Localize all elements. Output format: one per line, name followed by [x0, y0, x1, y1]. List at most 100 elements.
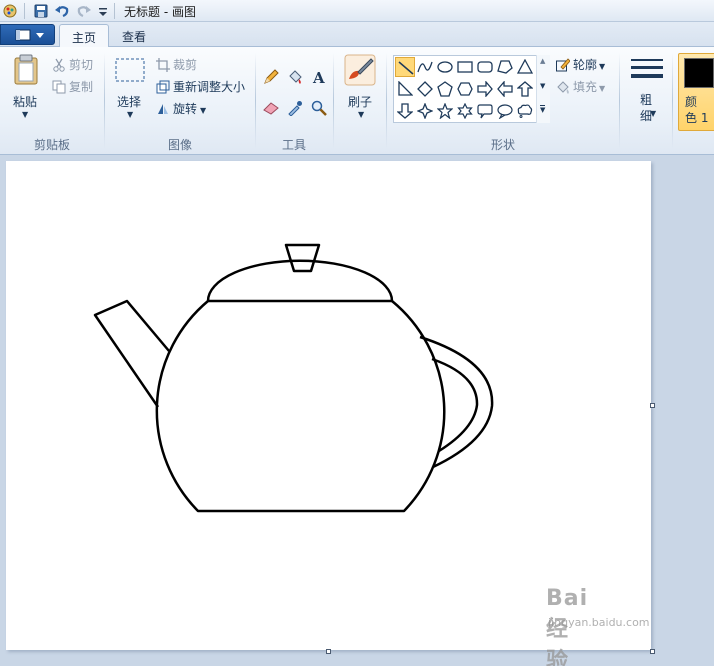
- shape-down-arrow[interactable]: [395, 101, 415, 121]
- save-icon[interactable]: [33, 3, 49, 19]
- oval-icon: [437, 61, 453, 73]
- shapes-group-label: 形状: [490, 138, 515, 152]
- magnifier-tool[interactable]: [308, 97, 328, 117]
- selection-rect-icon: [115, 58, 145, 82]
- color-picker-tool[interactable]: [284, 97, 304, 117]
- select-button[interactable]: 选择 ▼: [112, 53, 148, 127]
- canvas-workspace: [0, 156, 714, 666]
- shape-pentagon[interactable]: [435, 79, 455, 99]
- rotate-button[interactable]: 旋转 ▼: [156, 100, 206, 117]
- fill-dropdown-arrow-icon: ▼: [599, 84, 606, 93]
- rounded-callout-icon: [477, 104, 493, 119]
- group-divider: [104, 53, 105, 149]
- select-dropdown-arrow-icon: ▼: [127, 110, 134, 119]
- ribbon-tab-row: 主页 查看: [0, 22, 714, 48]
- right-triangle-icon: [398, 81, 413, 96]
- cut-label: 剪切: [69, 58, 94, 72]
- shape-rectangle[interactable]: [455, 57, 475, 77]
- cut-button[interactable]: 剪切: [52, 56, 93, 73]
- clipboard-group-label: 剪贴板: [33, 138, 70, 152]
- oval-callout-icon: [497, 104, 513, 119]
- paint-menu-button[interactable]: [0, 24, 55, 45]
- paste-label: 粘贴: [13, 95, 38, 109]
- shapes-scrollbar[interactable]: ▲ ▼ ▼: [536, 55, 550, 123]
- shape-up-arrow[interactable]: [515, 79, 535, 99]
- group-divider: [619, 53, 620, 149]
- group-divider: [255, 53, 256, 149]
- shape-four-point-star[interactable]: [415, 101, 435, 121]
- eraser-icon: [263, 102, 279, 115]
- canvas-resize-handle-bottom[interactable]: [326, 649, 331, 654]
- scroll-up-icon[interactable]: ▲: [540, 57, 545, 65]
- tab-view[interactable]: 查看: [110, 24, 158, 48]
- shape-oval-callout[interactable]: [495, 101, 515, 121]
- shape-right-arrow[interactable]: [475, 79, 495, 99]
- outline-button[interactable]: 轮廓 ▼: [556, 56, 605, 73]
- brush-icon: [344, 54, 376, 86]
- color1-button[interactable]: 颜 色 1: [678, 53, 714, 131]
- size-button[interactable]: 粗 细 ▼: [627, 53, 667, 129]
- size-label: 粗 细: [640, 93, 653, 123]
- rotate-dropdown-arrow-icon: ▼: [200, 106, 207, 115]
- crop-button[interactable]: 裁剪: [156, 56, 197, 73]
- left-arrow-icon: [497, 81, 513, 97]
- curve-icon: [417, 61, 433, 73]
- clipboard-icon: [14, 54, 38, 85]
- copy-button[interactable]: 复制: [52, 78, 93, 95]
- canvas-resize-handle-corner[interactable]: [650, 649, 655, 654]
- pentagon-icon: [437, 81, 453, 97]
- shape-cloud-callout[interactable]: [515, 101, 535, 121]
- group-divider: [672, 53, 673, 149]
- shape-diamond[interactable]: [415, 79, 435, 99]
- shape-rounded-rectangle[interactable]: [475, 57, 495, 77]
- paint-app-icon[interactable]: [2, 3, 18, 19]
- canvas-resize-handle-right[interactable]: [650, 403, 655, 408]
- shape-oval[interactable]: [435, 57, 455, 77]
- shapes-gallery: [393, 55, 550, 123]
- shape-triangle[interactable]: [515, 57, 535, 77]
- undo-icon[interactable]: [54, 3, 70, 19]
- shape-left-arrow[interactable]: [495, 79, 515, 99]
- pencil-icon: [264, 69, 279, 84]
- shape-fill-icon: [557, 81, 569, 94]
- paste-button[interactable]: 粘贴 ▼: [8, 53, 44, 127]
- tab-home[interactable]: 主页: [59, 24, 110, 48]
- customize-dropdown-icon[interactable]: [97, 3, 113, 19]
- shape-hexagon[interactable]: [455, 79, 475, 99]
- rounded-rectangle-icon: [477, 61, 493, 73]
- shape-six-point-star[interactable]: [455, 101, 475, 121]
- fill-button[interactable]: 填充 ▼: [556, 78, 605, 95]
- scissors-icon: [53, 58, 65, 72]
- brushes-button[interactable]: 刷子 ▼: [342, 53, 378, 127]
- shape-curve[interactable]: [415, 57, 435, 77]
- pencil-tool[interactable]: [260, 66, 280, 86]
- title-divider: [114, 3, 115, 19]
- scroll-down-icon[interactable]: ▼: [540, 82, 545, 90]
- copy-icon: [52, 80, 66, 94]
- resize-button[interactable]: 重新调整大小: [156, 78, 245, 95]
- shape-line[interactable]: [395, 57, 415, 77]
- color1-swatch: [684, 58, 714, 88]
- outline-label: 轮廓: [573, 58, 598, 72]
- watermark-url: jingyan.baidu.com: [548, 616, 650, 629]
- text-tool[interactable]: A: [308, 66, 328, 86]
- triangle-icon: [517, 59, 533, 74]
- shape-five-point-star[interactable]: [435, 101, 455, 121]
- up-arrow-icon: [517, 81, 533, 97]
- shape-right-triangle[interactable]: [395, 79, 415, 99]
- shape-rounded-callout[interactable]: [475, 101, 495, 121]
- crop-icon: [156, 58, 170, 72]
- group-divider: [333, 53, 334, 149]
- teapot-handle-outer: [419, 335, 494, 469]
- text-icon: A: [312, 69, 325, 85]
- brushes-dropdown-arrow-icon: ▼: [358, 110, 365, 119]
- drawing-canvas[interactable]: [6, 161, 651, 650]
- shape-polygon[interactable]: [495, 57, 515, 77]
- fill-tool[interactable]: [284, 66, 304, 86]
- expand-gallery-icon[interactable]: ▼: [540, 105, 546, 115]
- brushes-label: 刷子: [348, 95, 373, 109]
- redo-icon[interactable]: [76, 3, 92, 19]
- eraser-tool[interactable]: [260, 97, 280, 117]
- hexagon-icon: [457, 82, 473, 96]
- tools-group-label: 工具: [281, 138, 306, 152]
